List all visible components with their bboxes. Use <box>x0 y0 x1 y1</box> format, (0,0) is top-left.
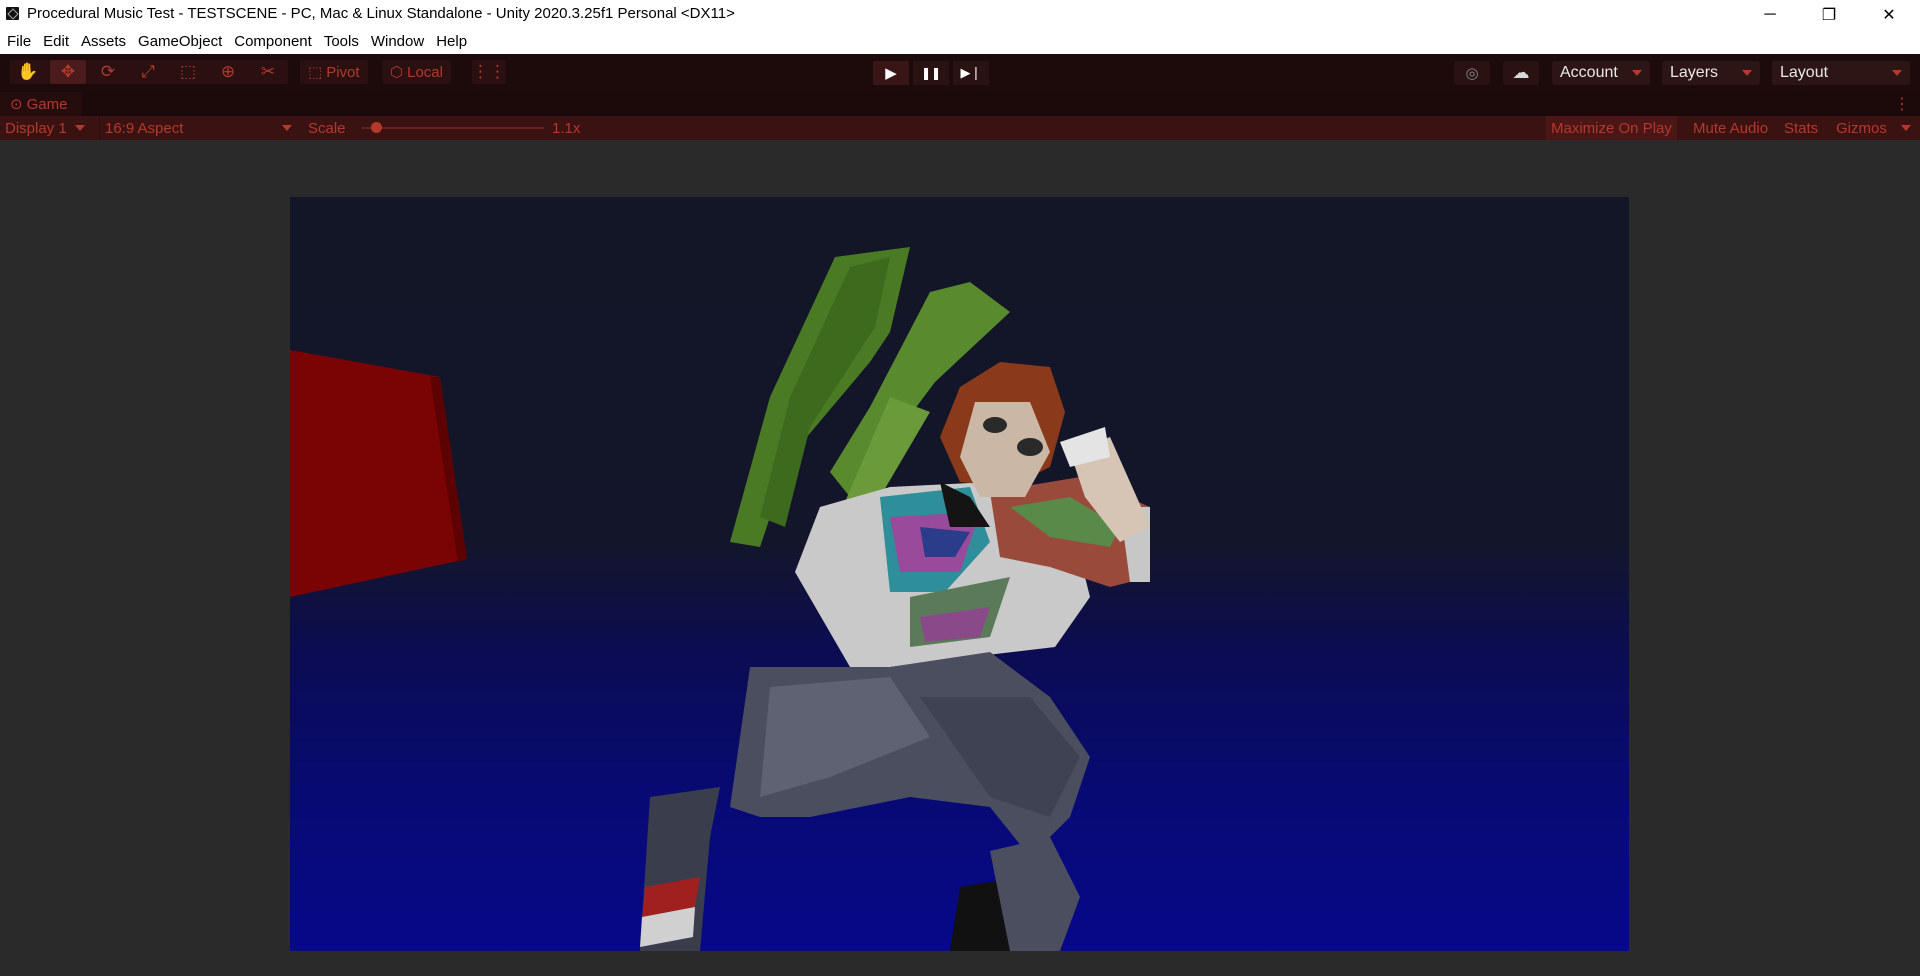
game-controller-icon: ⊙ <box>10 96 23 113</box>
local-label: Local <box>407 63 443 81</box>
local-toggle-button[interactable]: ⬡ Local <box>382 60 451 84</box>
pivot-toggle-button[interactable]: ⬚ Pivot <box>300 60 368 84</box>
menu-gameobject[interactable]: GameObject <box>132 29 228 54</box>
layout-label: Layout <box>1780 64 1829 81</box>
chevron-down-icon <box>282 125 292 131</box>
game-viewport[interactable] <box>290 197 1629 951</box>
play-button[interactable]: ▶ <box>873 61 909 85</box>
layout-dropdown[interactable]: Layout <box>1772 61 1910 85</box>
menu-bar: File Edit Assets GameObject Component To… <box>0 29 1920 55</box>
scale-value: 1.1x <box>552 119 581 137</box>
scale-tool-icon[interactable]: ⤢ <box>130 60 166 84</box>
mute-audio-toggle[interactable]: Mute Audio <box>1688 116 1773 140</box>
chevron-down-icon <box>1892 70 1902 76</box>
tab-game[interactable]: ⊙ Game <box>0 92 82 116</box>
scale-label: Scale <box>308 119 346 137</box>
transform-tool-icon[interactable]: ⊕ <box>210 60 246 84</box>
chevron-down-icon <box>1901 125 1911 131</box>
gizmos-toggle[interactable]: Gizmos <box>1831 116 1892 140</box>
layers-label: Layers <box>1670 64 1719 81</box>
menu-tools[interactable]: Tools <box>318 29 365 54</box>
hand-tool-icon[interactable]: ✋ <box>10 60 46 84</box>
account-label: Account <box>1560 64 1618 81</box>
rotate-tool-icon[interactable]: ⟳ <box>90 60 126 84</box>
main-toolbar: ✋ ✥ ⟳ ⤢ ⬚ ⊕ ✂ ⬚ Pivot ⬡ Local ⋮⋮ ▶ ❚❚ ▶❘… <box>0 54 1920 92</box>
aspect-label: 16:9 Aspect <box>105 119 184 137</box>
pause-button[interactable]: ❚❚ <box>913 61 949 85</box>
scene-render <box>290 247 1150 951</box>
account-dropdown[interactable]: Account <box>1552 61 1650 85</box>
menu-help[interactable]: Help <box>430 29 473 54</box>
custom-tool-icon[interactable]: ✂ <box>250 60 286 84</box>
pivot-label: Pivot <box>326 63 360 81</box>
stats-toggle[interactable]: Stats <box>1779 116 1823 140</box>
menu-component[interactable]: Component <box>228 29 318 54</box>
menu-file[interactable]: File <box>0 29 37 54</box>
chevron-down-icon <box>74 125 85 131</box>
pivot-icon: ⬚ <box>308 64 323 81</box>
window-title: Procedural Music Test - TESTSCENE - PC, … <box>27 5 735 22</box>
collab-icon[interactable]: ◎ <box>1454 61 1490 85</box>
scale-slider-track[interactable] <box>362 127 544 129</box>
display-dropdown[interactable]: Display 1 <box>5 116 97 140</box>
display-label: Display 1 <box>5 119 67 137</box>
unity-logo-icon <box>6 7 19 20</box>
menu-edit[interactable]: Edit <box>37 29 75 54</box>
minimize-button[interactable]: ─ <box>1741 0 1799 29</box>
restore-button[interactable]: ❐ <box>1800 0 1858 29</box>
grid-snap-icon[interactable]: ⋮⋮ <box>472 60 506 84</box>
menu-window[interactable]: Window <box>365 29 430 54</box>
maximize-on-play-toggle[interactable]: Maximize On Play <box>1546 116 1677 140</box>
more-options-icon[interactable]: ⋮ <box>1894 94 1910 114</box>
cube-icon: ⬡ <box>390 64 404 81</box>
aspect-dropdown[interactable]: 16:9 Aspect <box>99 116 297 140</box>
scale-slider-thumb[interactable] <box>370 122 382 133</box>
chevron-down-icon <box>1632 70 1642 76</box>
step-button[interactable]: ▶❘ <box>953 61 989 85</box>
close-button[interactable]: ✕ <box>1860 0 1918 29</box>
title-bar: Procedural Music Test - TESTSCENE - PC, … <box>0 0 1920 29</box>
game-tab-row: ⊙ Game ⋮ <box>0 92 1920 116</box>
game-view-panel <box>0 140 1920 976</box>
game-controls-bar: Display 1 16:9 Aspect Scale 1.1x Maximiz… <box>0 116 1920 140</box>
gizmos-dropdown-arrow[interactable] <box>1895 116 1911 140</box>
tab-game-label: Game <box>26 95 68 113</box>
move-tool-icon[interactable]: ✥ <box>50 60 86 84</box>
layers-dropdown[interactable]: Layers <box>1662 61 1760 85</box>
cloud-icon[interactable]: ☁ <box>1503 61 1539 85</box>
chevron-down-icon <box>1742 70 1752 76</box>
rect-tool-icon[interactable]: ⬚ <box>170 60 206 84</box>
menu-assets[interactable]: Assets <box>75 29 132 54</box>
